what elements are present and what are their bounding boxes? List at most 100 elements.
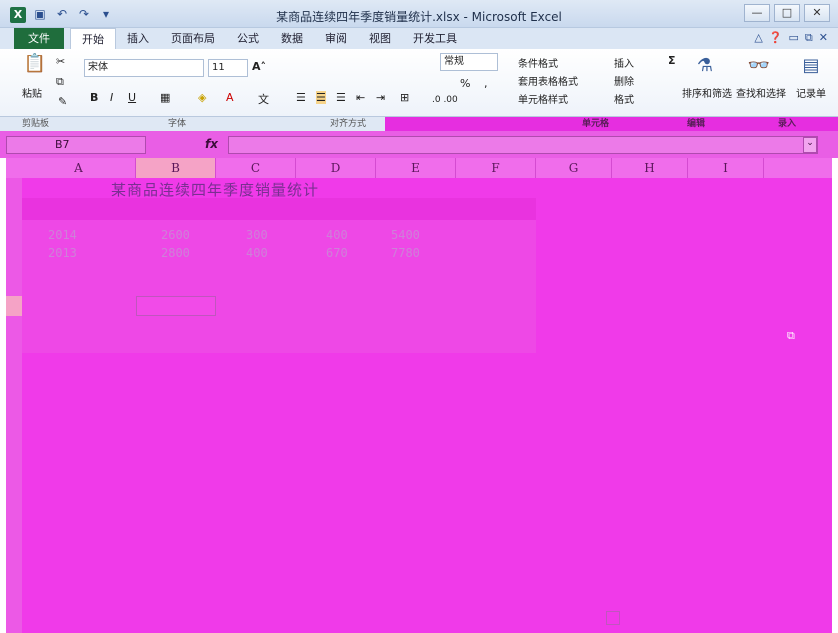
ribbon-minimize-icon[interactable]: △ — [754, 31, 762, 45]
cell-d3[interactable]: 400 — [326, 228, 348, 242]
cell-a4[interactable]: 2013 — [48, 246, 77, 260]
quick-analysis-icon[interactable]: ⧉ — [787, 329, 795, 343]
font-color-icon[interactable]: A — [226, 91, 234, 104]
tab-data[interactable]: 数据 — [270, 28, 314, 49]
ribbon-labels-overlay: 单元格 编辑 录入 — [385, 117, 838, 131]
align-right-icon[interactable]: ☰ — [336, 91, 346, 104]
sheet-corner-box — [606, 611, 620, 625]
insert-function-button[interactable]: fx — [205, 137, 218, 151]
sort-filter-icon[interactable]: ⚗ — [692, 53, 718, 79]
format-cells-button[interactable]: 格式 — [614, 91, 634, 106]
group-label-edit: 编辑 — [687, 119, 706, 129]
insert-cells-button[interactable]: 插入 — [614, 55, 634, 70]
cell-a3[interactable]: 2014 — [48, 228, 77, 242]
column-header-c[interactable]: C — [216, 158, 296, 178]
cell-e3[interactable]: 5400 — [391, 228, 420, 242]
column-header-i[interactable]: I — [688, 158, 764, 178]
title-bar: X ▣ ↶ ↷ ▾ 某商品连续四年季度销量统计.xlsx - Microsoft… — [0, 0, 838, 28]
table-format-button[interactable]: 套用表格格式 — [518, 73, 578, 88]
column-header-d[interactable]: D — [296, 158, 376, 178]
doc-restore-icon[interactable]: ⧉ — [805, 31, 813, 45]
bold-button[interactable]: B — [90, 91, 98, 104]
cell-e4[interactable]: 7780 — [391, 246, 420, 260]
align-left-icon[interactable]: ☰ — [296, 91, 306, 104]
column-headers: A B C D E F G H I — [6, 158, 832, 178]
column-header-e[interactable]: E — [376, 158, 456, 178]
grow-font-icon[interactable]: A˄ — [252, 60, 266, 73]
number-format-select[interactable]: 常规 — [440, 53, 498, 71]
form-icon[interactable]: ▤ — [798, 53, 824, 79]
italic-button[interactable]: I — [110, 91, 113, 104]
window-title: 某商品连续四年季度销量统计.xlsx - Microsoft Excel — [276, 10, 562, 24]
cell-b3[interactable]: 2600 — [161, 228, 190, 242]
expand-formula-icon[interactable]: ⌄ — [803, 137, 817, 153]
tab-home[interactable]: 开始 — [70, 28, 116, 49]
delete-cells-button[interactable]: 删除 — [614, 73, 634, 88]
window-controls: — □ ✕ — [744, 4, 830, 22]
sort-filter-label[interactable]: 排序和筛选 — [682, 85, 732, 100]
name-box[interactable]: B7 — [6, 136, 146, 154]
selected-row-header[interactable] — [6, 296, 22, 316]
phonetic-icon[interactable]: 文 — [258, 91, 269, 107]
doc-close-icon[interactable]: ✕ — [819, 31, 828, 45]
cell-d4[interactable]: 670 — [326, 246, 348, 260]
paste-icon[interactable]: 📋 — [22, 51, 48, 77]
cell-c3[interactable]: 300 — [246, 228, 268, 242]
format-painter-icon[interactable]: ✎ — [58, 95, 67, 108]
increase-decimal-icon[interactable]: .0 .00 — [432, 95, 458, 105]
table-header-row — [22, 198, 536, 220]
font-size-select[interactable]: 11 — [208, 59, 248, 77]
doc-minimize-icon[interactable]: ▭ — [789, 31, 799, 45]
increase-indent-icon[interactable]: ⇥ — [376, 91, 385, 104]
column-header-g[interactable]: G — [536, 158, 612, 178]
cell-c4[interactable]: 400 — [246, 246, 268, 260]
font-name-select[interactable]: 宋体 — [84, 59, 204, 77]
formula-bar: B7 fx ⌄ — [0, 131, 838, 158]
ribbon: 📋 粘贴 ✂ ⧉ ✎ 宋体 11 A˄ B I U ▦ ◈ A 文 ☰ ☰ ☰ … — [0, 49, 838, 117]
tab-review[interactable]: 审阅 — [314, 28, 358, 49]
row-headers — [6, 178, 22, 633]
comma-button[interactable]: , — [484, 77, 488, 90]
close-button[interactable]: ✕ — [804, 4, 830, 22]
column-header-b[interactable]: B — [136, 158, 216, 178]
merge-center-icon[interactable]: ⊞ — [400, 91, 409, 104]
column-header-a[interactable]: A — [22, 158, 136, 178]
help-icon[interactable]: ❓ — [769, 31, 783, 45]
group-label-record: 录入 — [778, 119, 797, 129]
decrease-indent-icon[interactable]: ⇤ — [356, 91, 365, 104]
tab-insert[interactable]: 插入 — [116, 28, 160, 49]
binoculars-icon[interactable]: 👓 — [746, 53, 772, 79]
record-form-label[interactable]: 记录单 — [796, 85, 826, 100]
align-center-icon[interactable]: ☰ — [316, 91, 326, 104]
formula-input[interactable] — [228, 136, 818, 154]
column-header-f[interactable]: F — [456, 158, 536, 178]
autosum-button[interactable]: Σ — [668, 54, 676, 67]
maximize-button[interactable]: □ — [774, 4, 800, 22]
sheet-title: 某商品连续四年季度销量统计 — [111, 181, 320, 199]
copy-icon[interactable]: ⧉ — [56, 75, 64, 89]
conditional-format-button[interactable]: 条件格式 — [518, 55, 558, 70]
percent-button[interactable]: % — [460, 77, 470, 90]
tab-developer[interactable]: 开发工具 — [402, 28, 468, 49]
group-label-cells: 单元格 — [582, 119, 610, 129]
paste-label: 粘贴 — [22, 89, 42, 100]
tab-file[interactable]: 文件 — [14, 28, 64, 49]
find-select-label[interactable]: 查找和选择 — [736, 85, 786, 100]
border-icon[interactable]: ▦ — [160, 91, 170, 104]
fill-color-icon[interactable]: ◈ — [198, 91, 206, 104]
worksheet[interactable]: A B C D E F G H I 某商品连续四年季度销量统计 2014 260… — [6, 158, 832, 633]
tab-formulas[interactable]: 公式 — [226, 28, 270, 49]
underline-button[interactable]: U — [128, 91, 136, 104]
cut-icon[interactable]: ✂ — [56, 55, 65, 68]
ribbon-tabs: 文件 开始 插入 页面布局 公式 数据 审阅 视图 开发工具 — [0, 28, 838, 49]
active-cell-b7[interactable] — [136, 296, 216, 316]
cell-b4[interactable]: 2800 — [161, 246, 190, 260]
cell-style-button[interactable]: 单元格样式 — [518, 91, 568, 106]
group-label-align: 对齐方式 — [330, 119, 367, 129]
ribbon-right-controls: △ ❓ ▭ ⧉ ✕ — [754, 31, 828, 45]
column-header-h[interactable]: H — [612, 158, 688, 178]
tab-view[interactable]: 视图 — [358, 28, 402, 49]
tab-page-layout[interactable]: 页面布局 — [160, 28, 226, 49]
minimize-button[interactable]: — — [744, 4, 770, 22]
group-label-font: 字体 — [168, 119, 187, 129]
